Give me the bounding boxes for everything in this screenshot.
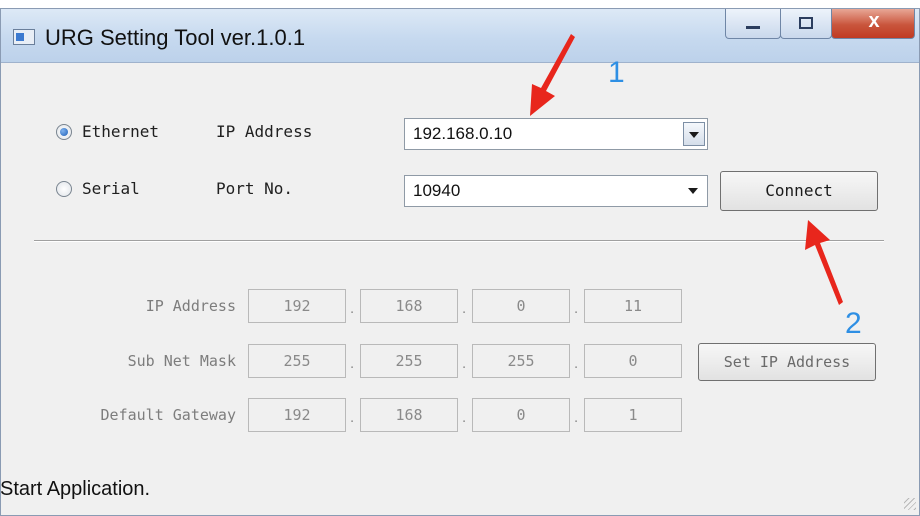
- mask-octet-2: 255: [360, 344, 458, 378]
- octet-separator: .: [462, 355, 467, 372]
- dropdown-arrow-icon[interactable]: [683, 122, 705, 146]
- mask-octet-1: 255: [248, 344, 346, 378]
- ethernet-radio[interactable]: [56, 124, 72, 140]
- octet-separator: .: [462, 300, 467, 317]
- connect-button[interactable]: Connect: [720, 171, 878, 211]
- mask-octet-4: 0: [584, 344, 682, 378]
- titlebar-divider: [1, 62, 919, 63]
- app-window-icon: [13, 29, 35, 45]
- ip-address-label: IP Address: [216, 122, 313, 141]
- ip-address-combobox[interactable]: 192.168.0.10: [404, 118, 708, 150]
- gateway-octet-2: 168: [360, 398, 458, 432]
- window-title: URG Setting Tool ver.1.0.1: [45, 25, 306, 50]
- octet-separator: .: [350, 355, 355, 372]
- urg-setting-tool-window: URG Setting Tool ver.1.0.1 x: [0, 8, 920, 516]
- gateway-octet-1: 192: [248, 398, 346, 432]
- octet-separator: .: [350, 300, 355, 317]
- default-gateway-label: Default Gateway: [100, 406, 236, 424]
- port-number-value[interactable]: 10940: [413, 181, 460, 201]
- octet-separator: .: [574, 409, 579, 426]
- octet-separator: .: [574, 300, 579, 317]
- serial-radio-label[interactable]: Serial: [82, 179, 140, 198]
- annotation-number-2: 2: [845, 307, 862, 340]
- octet-separator: .: [574, 355, 579, 372]
- ip-octet-1: 192: [248, 289, 346, 323]
- annotation-number-1: 1: [608, 56, 625, 89]
- ip-octet-2: 168: [360, 289, 458, 323]
- ip-octet-3: 0: [472, 289, 570, 323]
- status-message: Start Application.: [0, 478, 151, 500]
- set-ip-address-button[interactable]: Set IP Address: [698, 343, 876, 381]
- resize-grip-icon[interactable]: [904, 498, 916, 510]
- port-number-label: Port No.: [216, 179, 294, 198]
- close-button[interactable]: x: [831, 9, 915, 39]
- port-number-combobox[interactable]: 10940: [404, 175, 708, 207]
- serial-radio[interactable]: [56, 181, 72, 197]
- maximize-icon: [799, 17, 813, 29]
- title-bar[interactable]: URG Setting Tool ver.1.0.1 x: [1, 9, 919, 63]
- octet-separator: .: [462, 409, 467, 426]
- mask-octet-3: 255: [472, 344, 570, 378]
- ip-octet-4: 11: [584, 289, 682, 323]
- subnet-mask-label: Sub Net Mask: [127, 352, 236, 370]
- minimize-button[interactable]: [725, 9, 781, 39]
- gateway-octet-3: 0: [472, 398, 570, 432]
- maximize-button[interactable]: [780, 9, 832, 39]
- close-icon: x: [868, 10, 880, 32]
- minimize-icon: [746, 26, 760, 29]
- ip-address-value[interactable]: 192.168.0.10: [413, 124, 512, 144]
- ethernet-radio-label[interactable]: Ethernet: [82, 122, 159, 141]
- device-ip-address-label: IP Address: [145, 297, 236, 315]
- dropdown-arrow-icon[interactable]: [683, 179, 705, 203]
- gateway-octet-4: 1: [584, 398, 682, 432]
- octet-separator: .: [350, 409, 355, 426]
- section-divider: [34, 240, 884, 242]
